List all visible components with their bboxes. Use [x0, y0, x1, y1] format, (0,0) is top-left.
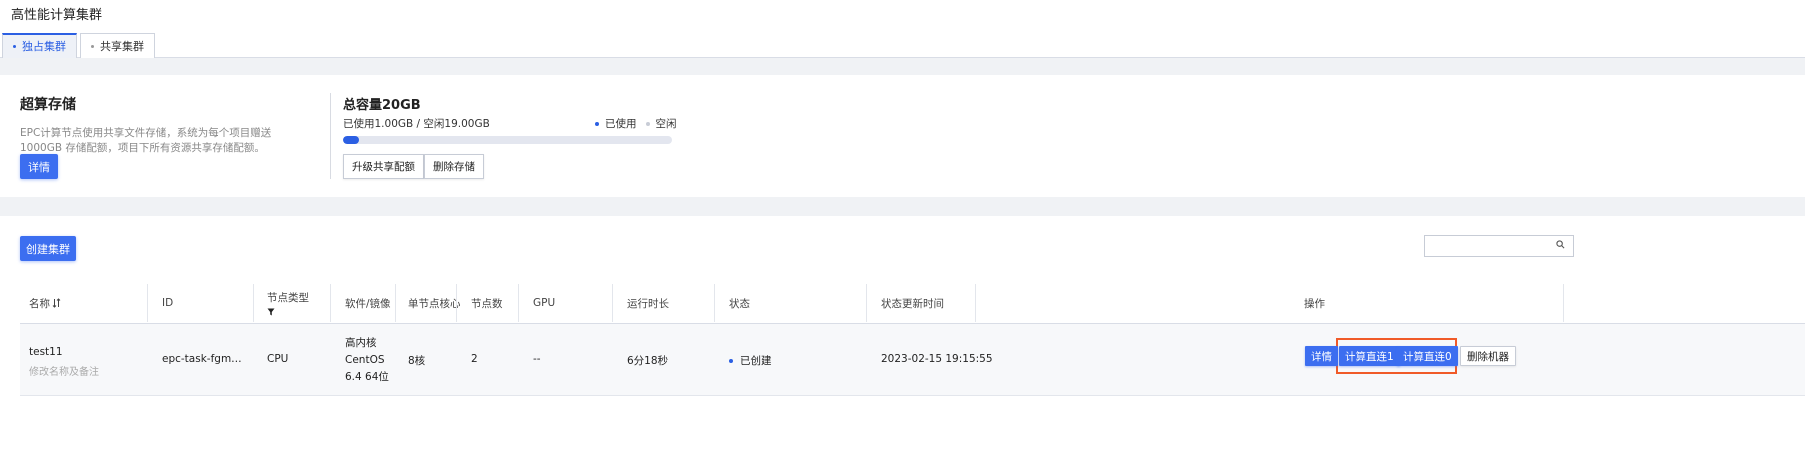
- title-bar: 高性能计算集群 独占集群 共享集群: [0, 0, 1805, 58]
- tab-shared-cluster[interactable]: 共享集群: [80, 33, 155, 58]
- column-separator: [612, 284, 613, 322]
- storage-info: 超算存储 EPC计算节点使用共享文件存储，系统为每个项目赠送 1000GB 存储…: [20, 94, 315, 156]
- compute-connect-0-button[interactable]: 计算直连0: [1397, 346, 1458, 366]
- storage-card: 超算存储 EPC计算节点使用共享文件存储，系统为每个项目赠送 1000GB 存储…: [0, 75, 1805, 197]
- capacity-title: 总容量20GB: [343, 98, 421, 113]
- capacity-progress-bar: [343, 136, 672, 144]
- delete-storage-button[interactable]: 删除存储: [424, 154, 484, 179]
- column-gpu: GPU: [533, 297, 556, 309]
- cell-uptime: 6分18秒: [627, 355, 669, 367]
- column-status: 状态: [729, 297, 750, 310]
- legend-used: 已使用: [595, 116, 637, 131]
- create-cluster-button[interactable]: 创建集群: [20, 236, 76, 261]
- legend-free-label: 空闲: [655, 118, 677, 130]
- legend-used-label: 已使用: [605, 118, 637, 130]
- tab-dot-icon: [91, 44, 94, 48]
- column-actions: 操作: [1304, 297, 1325, 310]
- column-separator: [253, 284, 254, 322]
- software-line: CentOS: [345, 354, 385, 366]
- column-name-label: 名称: [29, 297, 50, 310]
- status-dot-icon: [729, 359, 733, 363]
- legend-used-dot-icon: [595, 122, 599, 126]
- column-uptime: 运行时长: [627, 297, 669, 310]
- tab-label: 独占集群: [22, 40, 66, 53]
- column-updated: 状态更新时间: [881, 297, 944, 310]
- column-separator: [456, 284, 457, 322]
- filter-icon[interactable]: [267, 308, 275, 316]
- column-separator: [147, 284, 148, 322]
- software-line: 6.4 64位: [345, 371, 389, 383]
- column-separator: [330, 284, 331, 322]
- storage-title: 超算存储: [20, 97, 76, 113]
- column-nodes: 节点数: [471, 297, 503, 310]
- search-icon[interactable]: [1556, 240, 1565, 249]
- column-separator: [975, 284, 976, 322]
- storage-detail-button[interactable]: 详情: [20, 154, 58, 179]
- cluster-table: 名称 ID 节点类型 软件/镜像 单节点核心数 节点数 GP: [20, 282, 1805, 396]
- column-separator: [866, 284, 867, 322]
- cluster-name: test11: [29, 346, 63, 358]
- cell-id: epc-task-fgm…: [162, 353, 242, 365]
- page-title: 高性能计算集群: [11, 8, 103, 23]
- capacity-legend: 已使用 空闲: [595, 116, 677, 131]
- column-id: ID: [162, 297, 174, 309]
- storage-actions: 升级共享配额 删除存储: [343, 154, 484, 179]
- legend-free-dot-icon: [645, 122, 650, 126]
- cell-status: 已创建: [729, 353, 772, 368]
- tab-exclusive-cluster[interactable]: 独占集群: [2, 33, 77, 58]
- sort-icon[interactable]: [52, 298, 61, 308]
- cell-nodes: 2: [471, 353, 478, 365]
- cluster-list-card: 创建集群 名称 ID 节点类型 软件/镜像 单节点核心 节点数 GPU 运行时长…: [0, 216, 1805, 460]
- legend-free: 空闲: [645, 116, 677, 131]
- column-name[interactable]: 名称: [29, 282, 61, 324]
- edit-name-remark-link[interactable]: 修改名称及备注: [29, 363, 99, 378]
- software-line: 高内核: [345, 337, 377, 349]
- search-input[interactable]: [1424, 235, 1574, 257]
- cell-cores: 8核: [408, 355, 426, 367]
- tab-dot-icon: [13, 45, 16, 48]
- column-separator: [518, 284, 519, 322]
- capacity-usage-text: 已使用1.00GB / 空闲19.00GB: [343, 118, 490, 130]
- column-software: 软件/镜像: [345, 297, 391, 310]
- column-node-type-label: 节点类型: [267, 292, 309, 304]
- column-node-type: 节点类型: [267, 282, 309, 324]
- column-separator: [714, 284, 715, 322]
- capacity-panel: 总容量20GB 已使用1.00GB / 空闲19.00GB 已使用 空闲 升级共…: [343, 94, 677, 179]
- cell-node-type: CPU: [267, 353, 289, 365]
- table-row: test11 修改名称及备注 epc-task-fgm… CPU 高内核 Cen…: [20, 324, 1805, 396]
- table-header: 名称 ID 节点类型 软件/镜像 单节点核心数 节点数 GP: [20, 282, 1805, 324]
- compute-connect-1-button[interactable]: 计算直连1: [1339, 346, 1400, 366]
- storage-description: EPC计算节点使用共享文件存储，系统为每个项目赠送 1000GB 存储配额，项目…: [20, 127, 272, 154]
- cell-gpu: --: [533, 353, 541, 365]
- tab-label: 共享集群: [100, 39, 144, 53]
- divider: [330, 93, 331, 179]
- cell-software: 高内核 CentOS 6.4 64位: [345, 335, 389, 386]
- upgrade-quota-button[interactable]: 升级共享配额: [343, 154, 424, 179]
- column-separator: [395, 284, 396, 322]
- column-cores: 单节点核心数: [408, 297, 460, 310]
- delete-machine-button[interactable]: 删除机器: [1460, 346, 1516, 366]
- capacity-progress-fill: [343, 136, 360, 144]
- cell-updated: 2023-02-15 19:15:55: [881, 353, 993, 365]
- detail-button[interactable]: 详情: [1305, 346, 1338, 366]
- status-badge: 已创建: [740, 355, 772, 367]
- cell-name: test11 修改名称及备注: [29, 346, 99, 378]
- column-separator: [1563, 284, 1564, 322]
